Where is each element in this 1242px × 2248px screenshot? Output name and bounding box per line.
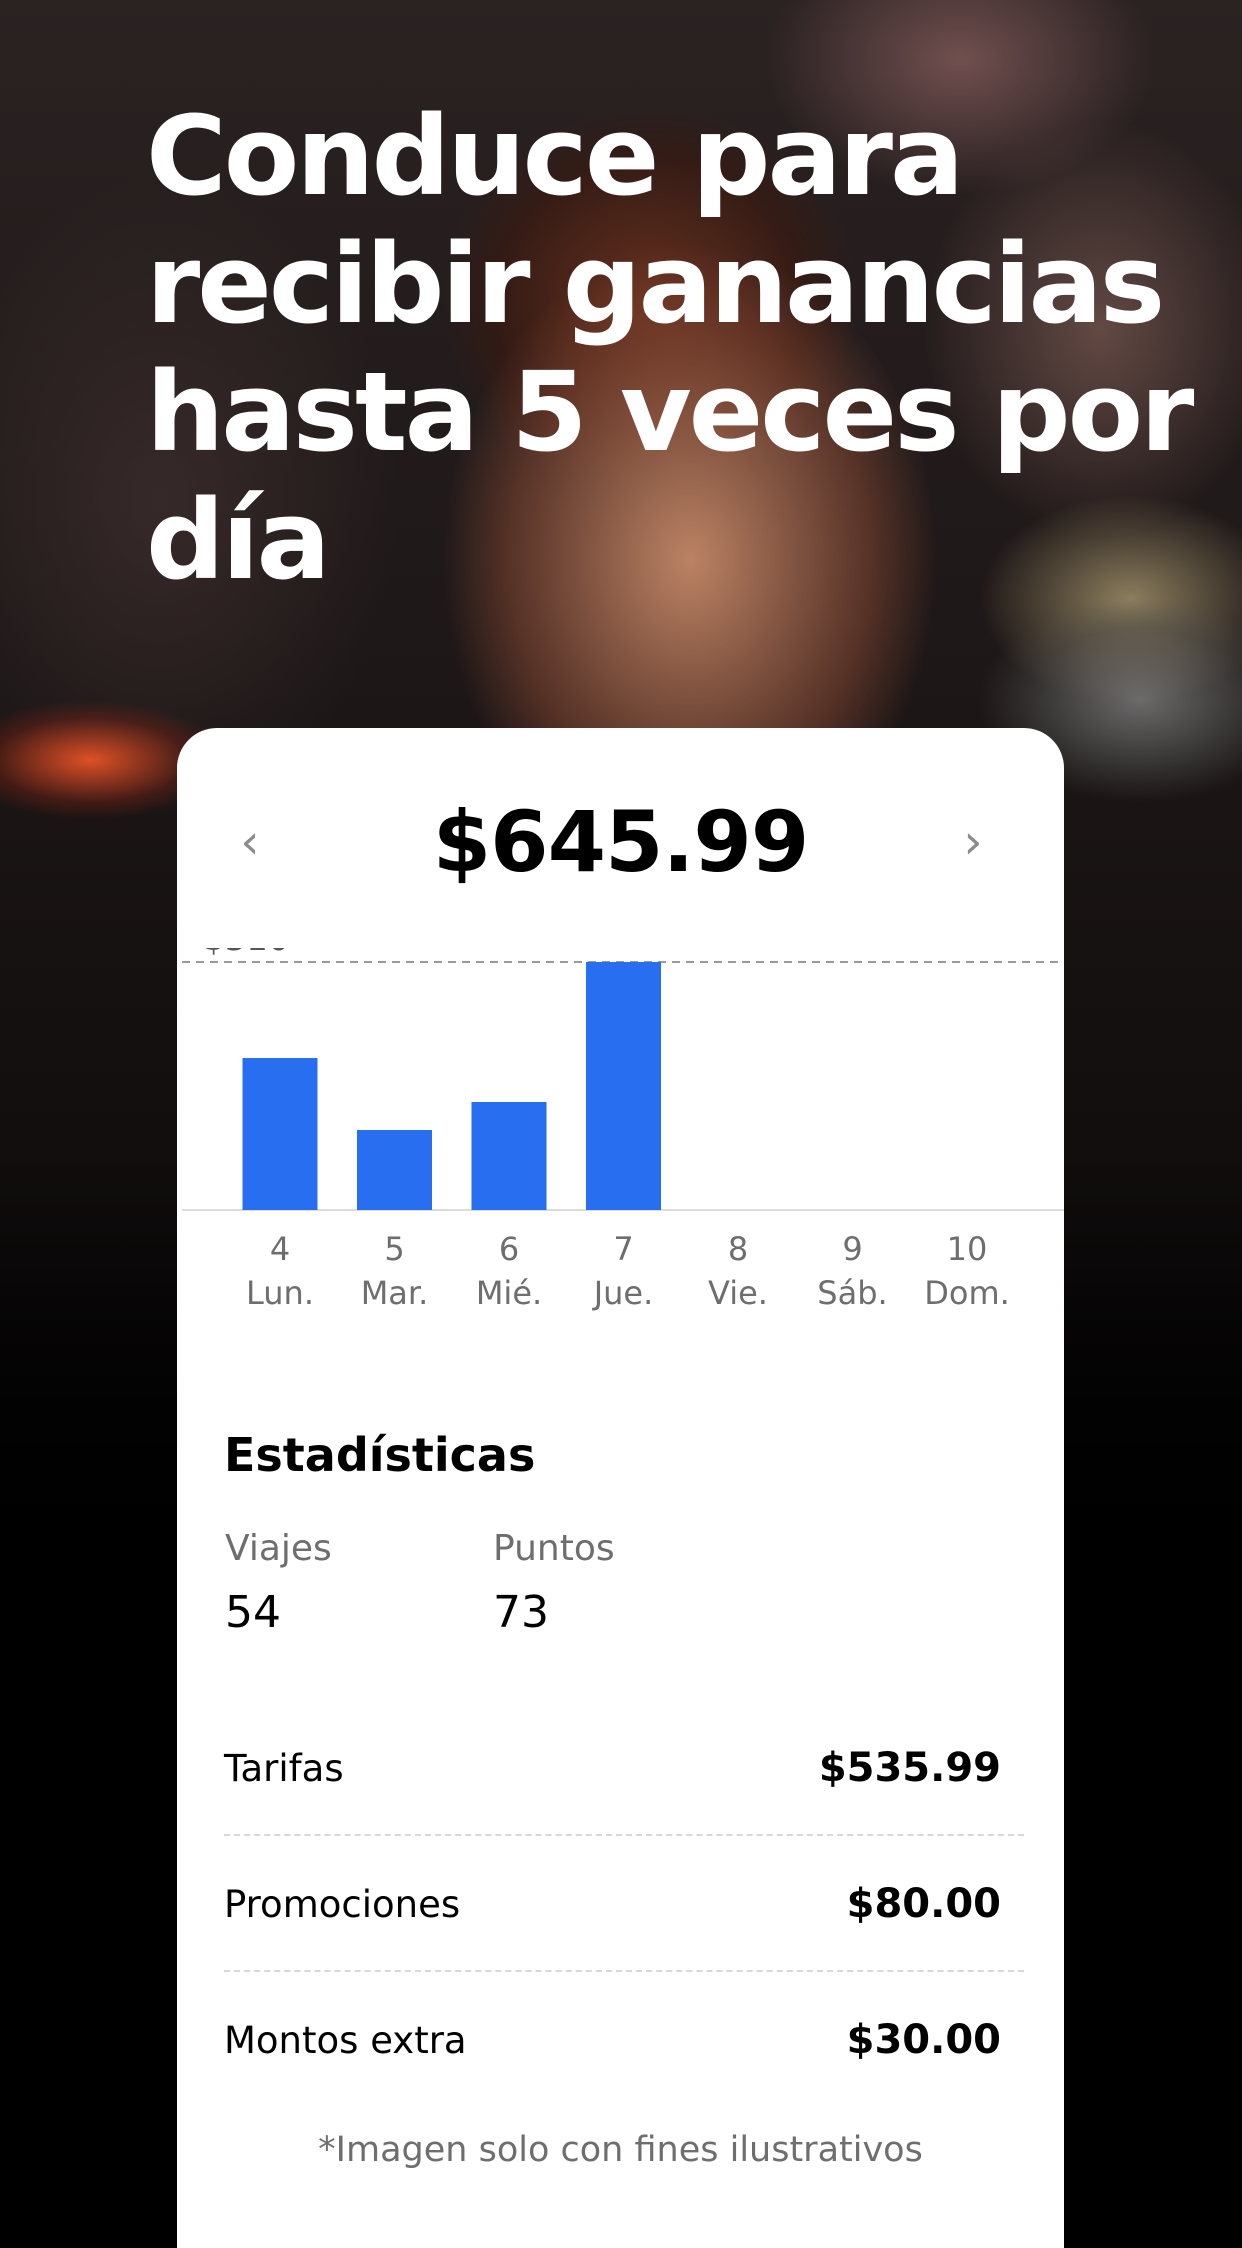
chart-bar bbox=[357, 1130, 432, 1210]
promotions-label: Promociones bbox=[224, 1882, 461, 1926]
chart-x-tick-day-name: Vie. bbox=[708, 1274, 768, 1312]
chart-x-tick-day-number: 7 bbox=[613, 1230, 633, 1268]
chart-x-tick-day-number: 10 bbox=[947, 1230, 988, 1268]
fares-value: $535.99 bbox=[818, 1745, 1001, 1791]
chart-x-tick-day-name: Lun. bbox=[246, 1274, 314, 1312]
chart-x-tick-day-number: 9 bbox=[842, 1230, 862, 1268]
headline: Conduce para recibir ganancias hasta 5 v… bbox=[146, 92, 1194, 604]
chart-x-tick-day-name: Mié. bbox=[476, 1274, 542, 1312]
breakdown-row-fares: Tarifas $535.99 bbox=[224, 1700, 1024, 1836]
earnings-bar-chart: $310 4 Lun. 5 Mar. 6 Mié. 7 Jue. 8 Vie. 9 Sáb. 10 Dom. bbox=[182, 948, 1064, 1312]
chart-x-tick-day-number: 8 bbox=[728, 1230, 748, 1268]
reference-line-label: $310 bbox=[203, 948, 290, 959]
chevron-right-icon[interactable]: › bbox=[943, 812, 1003, 872]
chart-bar bbox=[471, 1102, 547, 1210]
earnings-card: ‹ $645.99 › $3104Lun.5Mar.6Mié.7Jue.8Vie… bbox=[177, 728, 1064, 2248]
weekly-total: $645.99 bbox=[432, 793, 810, 891]
extras-label: Montos extra bbox=[224, 2018, 467, 2062]
breakdown-row-extras: Montos extra $30.00 bbox=[224, 1972, 1024, 2108]
points-value: 73 bbox=[493, 1587, 549, 1638]
stats-title: Estadísticas bbox=[224, 1428, 536, 1482]
fares-label: Tarifas bbox=[224, 1746, 344, 1790]
points-stat: Puntos 73 bbox=[493, 1528, 615, 1638]
points-label: Puntos bbox=[493, 1528, 615, 1569]
chart-x-tick-day-name: Mar. bbox=[361, 1274, 429, 1312]
extras-value: $30.00 bbox=[846, 2017, 1001, 2063]
breakdown-row-promotions: Promociones $80.00 bbox=[224, 1836, 1024, 1972]
footnote: *Imagen solo con fines ilustrativos bbox=[318, 2130, 923, 2170]
chart-bar bbox=[586, 962, 661, 1210]
chart-x-tick-day-name: Dom. bbox=[924, 1274, 1010, 1312]
trips-label: Viajes bbox=[225, 1528, 332, 1569]
chart-x-tick-day-number: 4 bbox=[270, 1230, 290, 1268]
trips-stat: Viajes 54 bbox=[225, 1528, 332, 1638]
chart-x-tick-day-name: Jue. bbox=[592, 1274, 654, 1312]
chart-x-tick-day-number: 6 bbox=[499, 1230, 519, 1268]
chart-x-tick-day-name: Sáb. bbox=[817, 1274, 887, 1312]
chart-x-tick-day-number: 5 bbox=[384, 1230, 404, 1268]
promotions-value: $80.00 bbox=[846, 1881, 1001, 1927]
trips-value: 54 bbox=[225, 1587, 281, 1638]
chart-bar bbox=[242, 1058, 318, 1210]
